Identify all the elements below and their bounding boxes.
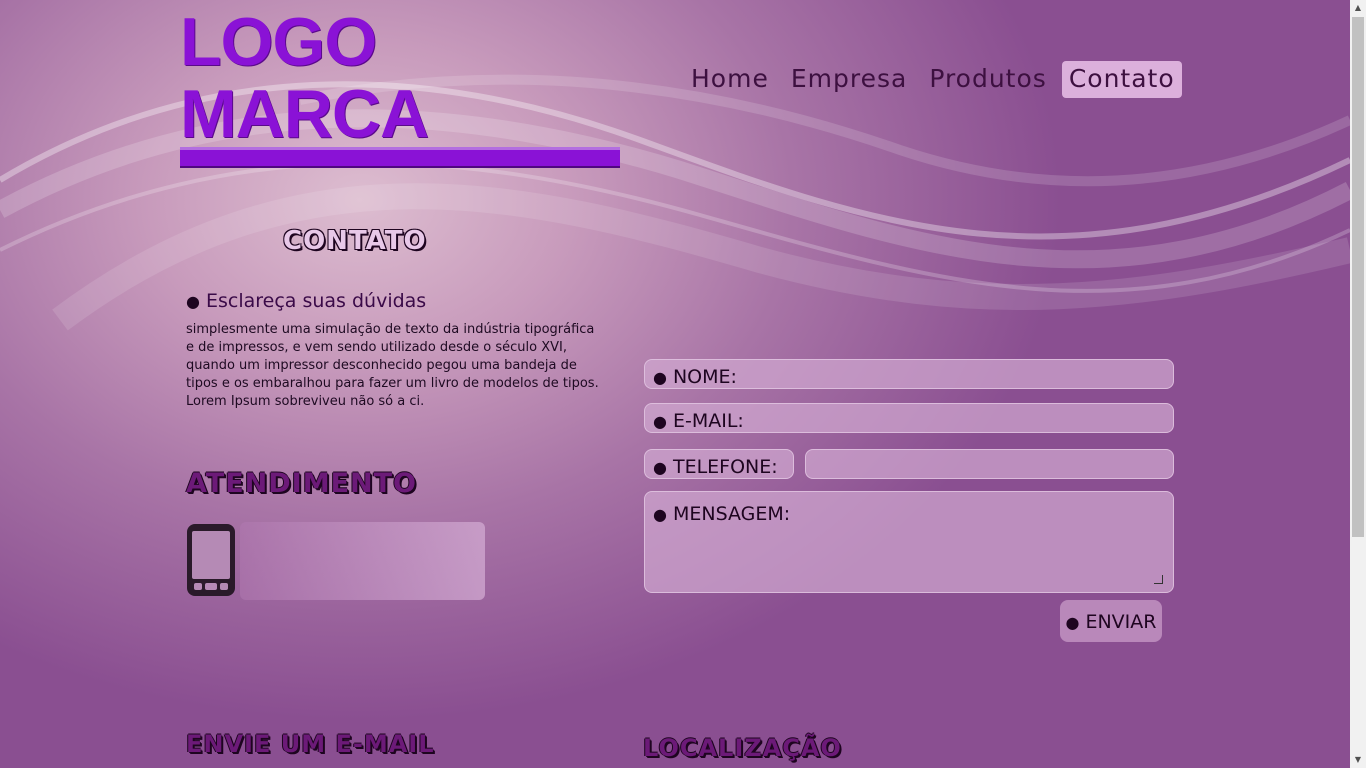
logo-text: LOGO MARCA — [180, 4, 429, 152]
nav-home[interactable]: Home — [684, 61, 776, 98]
phone-icon — [187, 524, 235, 596]
atendimento-heading: ATENDIMENTO — [186, 468, 417, 499]
nav-produtos[interactable]: Produtos — [922, 61, 1054, 98]
nome-field[interactable]: ● NOME: — [644, 359, 1174, 389]
telefone-label-box: ● TELEFONE: — [644, 449, 794, 479]
bullet-icon: ● — [653, 412, 667, 431]
brand-logo[interactable]: LOGO MARCA — [180, 6, 620, 168]
email-label: E-MAIL: — [672, 410, 744, 432]
email-field[interactable]: ● E-MAIL: — [644, 403, 1174, 433]
nav-contato[interactable]: Contato — [1061, 61, 1182, 98]
contato-heading: CONTATO — [283, 226, 427, 256]
nav-empresa[interactable]: Empresa — [784, 61, 914, 98]
bullet-icon: ● — [653, 505, 667, 524]
scroll-down-arrow-icon[interactable]: ▼ — [1350, 752, 1366, 768]
nome-label: NOME: — [672, 366, 737, 388]
contato-subtitle-text: Esclareça suas dúvidas — [205, 290, 427, 312]
scroll-thumb[interactable] — [1352, 17, 1364, 537]
vertical-scrollbar[interactable]: ▲ ▼ — [1350, 0, 1366, 768]
resize-handle-icon[interactable] — [1154, 575, 1163, 584]
mensagem-label: MENSAGEM: — [672, 503, 791, 525]
bullet-icon: ● — [653, 458, 667, 477]
bullet-icon: ● — [1065, 613, 1080, 632]
contato-paragraph: simplesmente uma simulação de texto da i… — [186, 322, 599, 409]
enviar-button[interactable]: ● ENVIAR — [1060, 600, 1162, 642]
contato-subtitle: ● Esclareça suas dúvidas — [186, 290, 426, 312]
main-nav: Home Empresa Produtos Contato — [684, 61, 1190, 98]
scroll-up-arrow-icon[interactable]: ▲ — [1350, 0, 1366, 16]
telefone-input[interactable] — [805, 449, 1174, 479]
envie-email-heading: ENVIE UM E-MAIL — [186, 730, 435, 758]
localizacao-heading: LOCALIZAÇÃO — [643, 734, 842, 762]
enviar-label: ENVIAR — [1085, 611, 1157, 633]
bullet-icon: ● — [653, 368, 667, 387]
telefone-label: TELEFONE: — [672, 456, 778, 478]
bullet-icon: ● — [186, 292, 200, 311]
phone-number-box — [240, 522, 485, 600]
mensagem-textarea[interactable]: ● MENSAGEM: — [644, 491, 1174, 593]
